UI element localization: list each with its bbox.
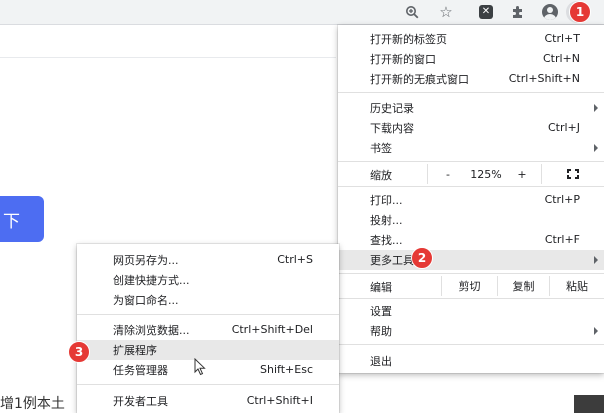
menu-item-label: 清除浏览数据... [113, 324, 190, 337]
cut-button[interactable]: 剪切 [442, 276, 497, 296]
menu-item-help[interactable]: 帮助 [338, 321, 604, 341]
menu-item-label: 更多工具 [370, 254, 414, 267]
puzzle-icon-svg [513, 6, 522, 18]
page-action-button[interactable]: 下 [0, 196, 44, 242]
zoom-divider [427, 164, 428, 184]
step-badge-1: 1 [569, 1, 591, 23]
submenu-arrow-icon [594, 104, 598, 112]
menu-separator [77, 384, 339, 385]
menu-item-shortcut: Ctrl+Shift+Del [231, 323, 313, 336]
profile-icon[interactable] [540, 2, 560, 22]
menu-item-settings[interactable]: 设置 [338, 301, 604, 321]
step-badge-2: 2 [411, 247, 433, 269]
browser-toolbar: ☆ ✕ [0, 0, 604, 25]
menu-item-shortcut: Ctrl+J [547, 121, 580, 134]
submenu-arrow-icon [594, 256, 598, 264]
menu-item-new-incognito[interactable]: 打开新的无痕式窗口 Ctrl+Shift+N [338, 69, 604, 89]
zoom-out-button[interactable]: - [434, 164, 462, 184]
bookmark-star-icon[interactable]: ☆ [436, 2, 456, 22]
extension-x-icon[interactable]: ✕ [476, 2, 496, 22]
submenu-arrow-icon [594, 327, 598, 335]
menu-row-edit: 编辑 剪切 复制 粘贴 [338, 276, 604, 296]
avatar [542, 4, 558, 20]
extension-x-glyph: ✕ [479, 5, 493, 19]
submenu-arrow-icon [594, 144, 598, 152]
menu-item-find[interactable]: 查找... Ctrl+F [338, 230, 604, 250]
zoom-label: 缩放 [370, 169, 392, 182]
menu-item-label: 投射... [370, 214, 403, 227]
menu-separator [338, 161, 604, 162]
menu-item-label: 退出 [370, 355, 392, 368]
menu-separator [338, 186, 604, 187]
mouse-cursor-icon [194, 358, 206, 376]
menu-item-label: 打开新的标签页 [370, 33, 447, 46]
submenu-item-dev-tools[interactable]: 开发者工具 Ctrl+Shift+I [77, 391, 339, 411]
menu-item-label: 历史记录 [370, 102, 414, 115]
menu-item-label: 网页另存为... [113, 254, 179, 267]
step-badge-3: 3 [68, 341, 90, 363]
menu-separator [338, 92, 604, 93]
menu-item-print[interactable]: 打印... Ctrl+P [338, 190, 604, 210]
menu-separator [338, 298, 604, 299]
menu-item-label: 打开新的无痕式窗口 [370, 73, 469, 86]
menu-item-shortcut: Ctrl+P [544, 193, 580, 206]
submenu-item-task-manager[interactable]: 任务管理器 Shift+Esc [77, 360, 339, 380]
zoom-in-button[interactable]: + [510, 164, 534, 184]
copy-button[interactable]: 复制 [498, 276, 549, 296]
menu-item-label: 任务管理器 [113, 364, 168, 377]
menu-item-label: 打印... [370, 194, 403, 207]
more-tools-submenu: 网页另存为... Ctrl+S 创建快捷方式... 为窗口命名... 清除浏览数… [77, 244, 339, 413]
edit-label: 编辑 [370, 281, 392, 294]
menu-item-label: 打开新的窗口 [370, 53, 436, 66]
menu-item-shortcut: Ctrl+F [544, 233, 580, 246]
fullscreen-button[interactable] [542, 164, 604, 184]
submenu-item-extensions[interactable]: 扩展程序 [77, 340, 339, 360]
menu-item-label: 为窗口命名... [113, 294, 179, 307]
menu-item-label: 查找... [370, 234, 403, 247]
chrome-main-menu: 打开新的标签页 Ctrl+T 打开新的窗口 Ctrl+N 打开新的无痕式窗口 C… [338, 25, 604, 373]
menu-item-label: 设置 [370, 305, 392, 318]
menu-item-shortcut: Ctrl+N [542, 52, 580, 65]
fullscreen-icon [567, 169, 579, 179]
menu-item-downloads[interactable]: 下载内容 Ctrl+J [338, 118, 604, 138]
menu-item-label: 创建快捷方式... [113, 274, 190, 287]
menu-item-label: 下载内容 [370, 122, 414, 135]
submenu-item-clear-data[interactable]: 清除浏览数据... Ctrl+Shift+Del [77, 320, 339, 340]
paste-button[interactable]: 粘贴 [550, 276, 604, 296]
menu-item-more-tools[interactable]: 更多工具 [338, 250, 604, 270]
submenu-item-create-shortcut[interactable]: 创建快捷方式... [77, 270, 339, 290]
menu-item-shortcut: Ctrl+Shift+I [246, 394, 313, 407]
zoom-icon-svg [406, 6, 419, 19]
menu-item-shortcut: Shift+Esc [260, 363, 313, 376]
menu-separator [338, 273, 604, 274]
menu-item-label: 帮助 [370, 325, 392, 338]
submenu-item-name-window[interactable]: 为窗口命名... [77, 290, 339, 310]
zoom-icon[interactable] [402, 2, 422, 22]
menu-item-label: 扩展程序 [113, 344, 157, 357]
menu-item-new-window[interactable]: 打开新的窗口 Ctrl+N [338, 49, 604, 69]
menu-item-shortcut: Ctrl+T [544, 32, 580, 45]
menu-item-shortcut: Ctrl+S [277, 253, 313, 266]
menu-item-bookmarks[interactable]: 书签 [338, 138, 604, 158]
menu-item-label: 开发者工具 [113, 395, 168, 408]
submenu-item-save-page[interactable]: 网页另存为... Ctrl+S [77, 250, 339, 270]
page-divider [0, 57, 336, 58]
page-dark-corner [574, 395, 604, 413]
menu-separator [338, 344, 604, 345]
menu-item-shortcut: Ctrl+Shift+N [508, 72, 580, 85]
menu-item-new-tab[interactable]: 打开新的标签页 Ctrl+T [338, 29, 604, 49]
menu-item-cast[interactable]: 投射... [338, 210, 604, 230]
menu-item-exit[interactable]: 退出 [338, 351, 604, 371]
menu-item-label: 书签 [370, 142, 392, 155]
menu-separator [77, 314, 339, 315]
menu-row-zoom: 缩放 - 125% + [338, 164, 604, 184]
menu-item-history[interactable]: 历史记录 [338, 98, 604, 118]
puzzle-icon[interactable] [508, 2, 528, 22]
zoom-level-value: 125% [470, 167, 502, 181]
page-headline-text: 增1例本土 [0, 396, 65, 412]
